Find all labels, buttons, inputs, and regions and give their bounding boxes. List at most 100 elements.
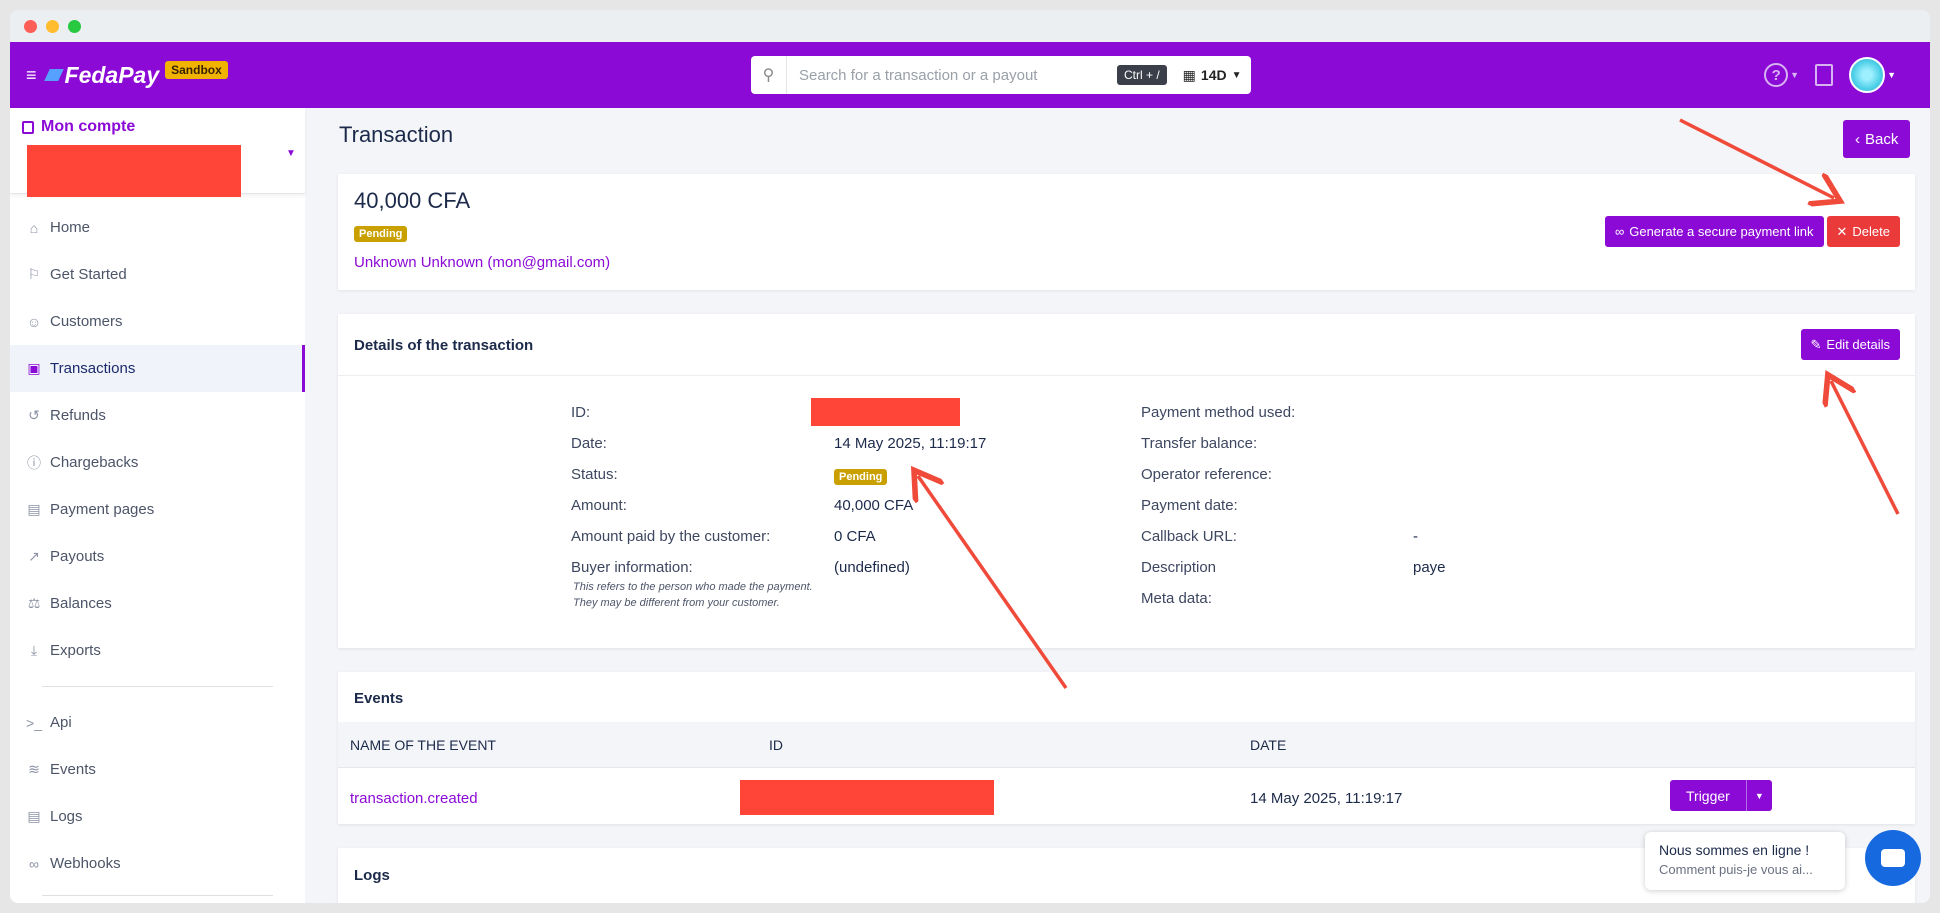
event-name-link[interactable]: transaction.created: [350, 790, 478, 807]
sidebar-item-customers[interactable]: ☺ Customers: [10, 298, 305, 345]
external-link-icon: ↗: [28, 548, 40, 564]
sidebar-item-chargebacks[interactable]: ⓘ Chargebacks: [10, 439, 305, 486]
sandbox-badge: Sandbox: [165, 61, 228, 79]
redacted-event-id: [740, 780, 994, 815]
sidebar-item-label: Transactions: [50, 360, 136, 377]
money-icon: ▣: [27, 360, 41, 376]
menu-icon[interactable]: ≡: [26, 65, 37, 86]
sidebar-item-events[interactable]: ≋ Events: [10, 746, 305, 793]
sidebar: Mon compte ▼ ⌂ Home ⚐ Get Started ☺ Custome…: [10, 108, 305, 903]
sidebar-dev-menu: >_ Api ≋ Events ▤ Logs ∞ Webhooks: [10, 699, 305, 887]
brand-name: FedaPay: [64, 61, 160, 88]
file-icon: ▤: [27, 808, 41, 824]
navbar-actions: ? ▼ ▼: [1764, 57, 1896, 93]
sidebar-item-transactions[interactable]: ▣ Transactions: [10, 345, 305, 392]
documentation-icon[interactable]: [1815, 64, 1834, 86]
account-title: Mon compte: [22, 118, 135, 136]
detail-label-status: Status:: [571, 466, 618, 483]
sidebar-item-refunds[interactable]: ↺ Refunds: [10, 392, 305, 439]
close-window-icon[interactable]: [24, 19, 37, 33]
detail-value-date: 14 May 2025, 11:19:17: [834, 435, 987, 452]
search-input[interactable]: [799, 66, 1109, 84]
detail-label-id: ID:: [571, 404, 591, 421]
detail-value-description: paye: [1413, 559, 1446, 576]
generate-payment-link-button[interactable]: ∞ Generate a secure payment link: [1604, 216, 1824, 247]
chevron-down-icon: ▼: [1790, 70, 1800, 80]
chat-popup-subtitle: Comment puis-je vous ai...: [1659, 862, 1813, 877]
transaction-summary-card: 40,000 CFA Pending Unknown Unknown (mon@…: [338, 174, 1915, 290]
column-header-id[interactable]: ID: [769, 737, 783, 753]
summary-actions: ∞ Generate a secure payment link ✕ Delet…: [1604, 216, 1900, 247]
detail-label-buyer: Buyer information:: [571, 559, 693, 576]
window-titlebar: [10, 10, 1930, 42]
brand-logo[interactable]: FedaPay: [43, 61, 160, 89]
detail-label-callback-url: Callback URL:: [1141, 528, 1237, 545]
detail-value-amount-paid: 0 CFA: [834, 528, 876, 545]
close-icon: ✕: [1836, 223, 1848, 239]
sidebar-item-api[interactable]: >_ Api: [10, 699, 305, 746]
logs-title: Logs: [354, 867, 390, 884]
logo-mark-icon: [43, 69, 64, 81]
sidebar-menu: ⌂ Home ⚐ Get Started ☺ Customers ▣ Transacti…: [10, 194, 305, 674]
sidebar-item-balances[interactable]: ⚖ Balances: [10, 580, 305, 627]
detail-label-payment-date: Payment date:: [1141, 497, 1238, 514]
chat-launcher-button[interactable]: [1865, 830, 1921, 886]
sidebar-item-get-started[interactable]: ⚐ Get Started: [10, 251, 305, 298]
chat-popup[interactable]: Nous sommes en ligne ! Comment puis-je v…: [1645, 832, 1845, 890]
avatar: [1849, 57, 1886, 93]
redacted-account-name: [27, 145, 241, 197]
shortcut-badge: Ctrl + /: [1117, 65, 1167, 85]
edit-icon: ✎: [1810, 336, 1822, 352]
user-menu[interactable]: ▼: [1849, 57, 1896, 93]
sidebar-item-label: Api: [50, 714, 72, 731]
chat-popup-title: Nous sommes en ligne !: [1659, 842, 1810, 858]
sidebar-item-logs[interactable]: ▤ Logs: [10, 793, 305, 840]
edit-details-button[interactable]: ✎ Edit details: [1800, 329, 1900, 360]
detail-label-amount-paid: Amount paid by the customer:: [571, 528, 771, 545]
back-button[interactable]: ‹ Back: [1843, 120, 1911, 158]
column-header-date[interactable]: DATE: [1250, 737, 1286, 753]
sidebar-item-webhooks[interactable]: ∞ Webhooks: [10, 840, 305, 887]
sidebar-item-label: Chargebacks: [50, 454, 139, 471]
detail-value-callback-url: -: [1413, 528, 1418, 545]
minimize-window-icon[interactable]: [46, 19, 59, 33]
generate-link-label: Generate a secure payment link: [1629, 224, 1814, 239]
maximize-window-icon[interactable]: [68, 19, 81, 33]
events-title: Events: [354, 690, 404, 707]
sidebar-item-label: Home: [50, 219, 91, 236]
trigger-button[interactable]: Trigger: [1670, 780, 1746, 811]
chevron-down-icon: ▼: [286, 148, 296, 159]
detail-label-meta-data: Meta data:: [1141, 590, 1212, 607]
chevron-down-icon: ▼: [1231, 69, 1242, 81]
delete-label: Delete: [1852, 224, 1890, 239]
detail-label-description: Description: [1141, 559, 1217, 576]
shopping-bag-icon: [22, 120, 34, 134]
delete-button[interactable]: ✕ Delete: [1826, 216, 1900, 247]
search-icon: ⚲: [751, 56, 787, 94]
period-label: 14D: [1200, 67, 1227, 83]
column-header-name[interactable]: NAME OF THE EVENT: [350, 737, 496, 753]
period-selector[interactable]: ▦ 14D ▼: [1183, 67, 1242, 84]
sidebar-item-payouts[interactable]: ↗ Payouts: [10, 533, 305, 580]
details-title: Details of the transaction: [354, 337, 534, 354]
status-badge: Pending: [834, 469, 888, 485]
sidebar-item-home[interactable]: ⌂ Home: [10, 204, 305, 251]
sidebar-item-exports[interactable]: ⤓ Exports: [10, 627, 305, 674]
sidebar-item-label: Refunds: [50, 407, 106, 424]
chat-bubble-icon: [1881, 849, 1905, 867]
edit-details-label: Edit details: [1826, 337, 1890, 352]
help-menu[interactable]: ? ▼: [1764, 63, 1799, 87]
browser-window: ≡ FedaPay Sandbox ⚲ Ctrl + / ▦ 14D ▼ ? ▼: [10, 10, 1930, 903]
events-card: Events NAME OF THE EVENT ID DATE transac…: [338, 672, 1915, 824]
sidebar-item-payment-pages[interactable]: ▤ Payment pages: [10, 486, 305, 533]
account-switcher[interactable]: Mon compte ▼: [10, 108, 305, 197]
user-circle-icon: ☺: [26, 313, 42, 330]
link-icon: ∞: [29, 855, 39, 872]
detail-label-payment-method: Payment method used:: [1141, 404, 1296, 421]
sidebar-item-label: Webhooks: [50, 855, 121, 872]
redacted-transaction-id: [811, 398, 960, 426]
trigger-dropdown-button[interactable]: ▼: [1745, 780, 1772, 811]
sidebar-item-label: Customers: [50, 313, 123, 330]
search-bar: ⚲ Ctrl + / ▦ 14D ▼: [751, 56, 1251, 94]
customer-link[interactable]: Unknown Unknown (mon@gmail.com): [354, 254, 610, 271]
